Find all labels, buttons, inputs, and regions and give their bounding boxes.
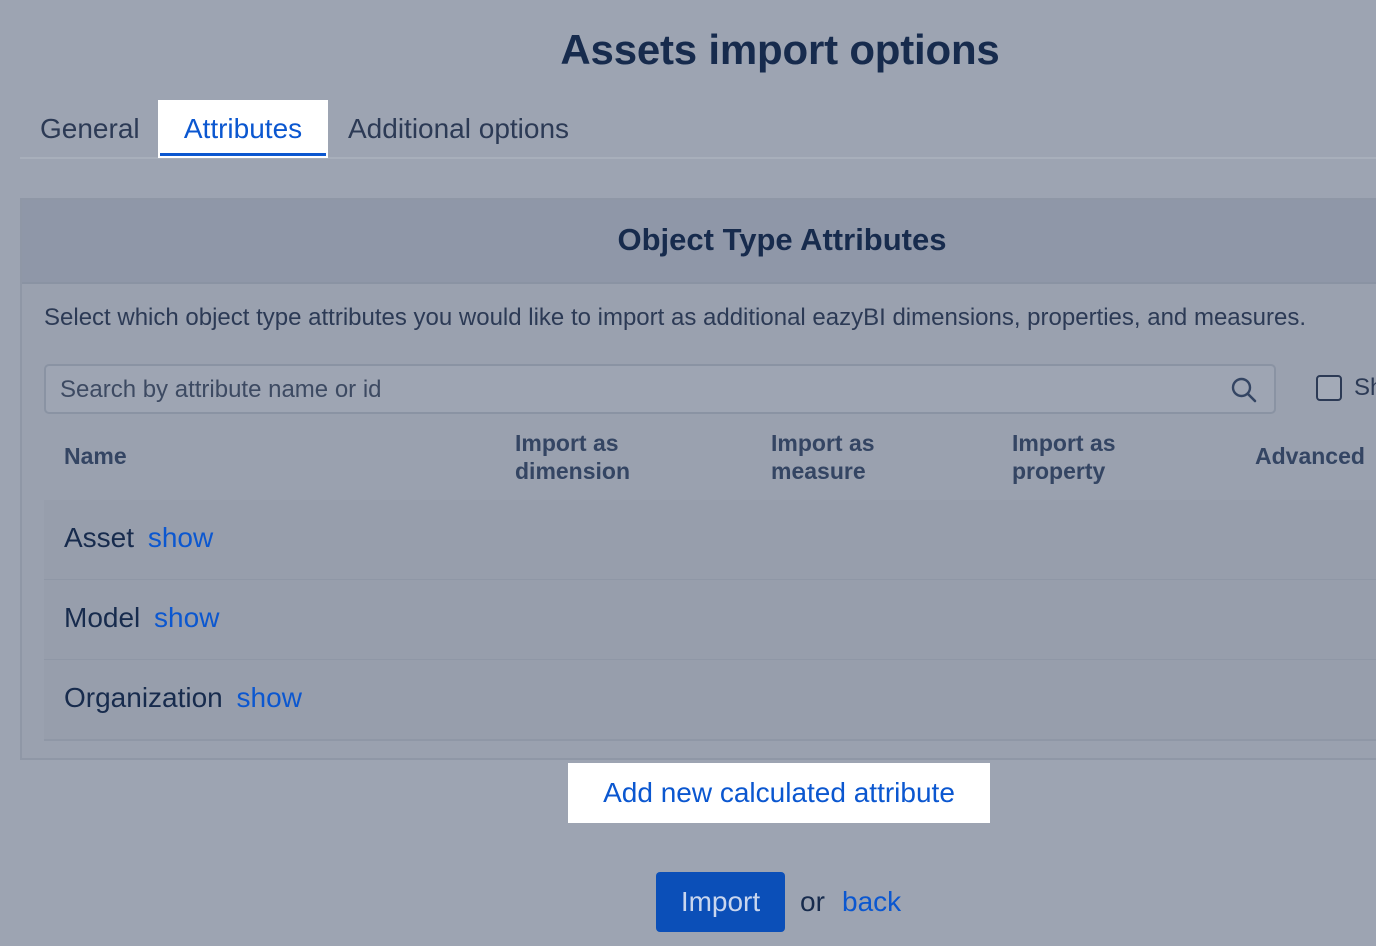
or-text: or (800, 886, 825, 917)
page-title: Assets import options (560, 26, 1000, 73)
column-header-advanced: Advanced (1255, 443, 1365, 469)
table-row: Organization show (44, 660, 1376, 741)
row-name: Asset (64, 522, 135, 553)
column-header-import-as-measure: Import as measure (771, 430, 875, 484)
show-checkbox-label: Sh (1354, 374, 1376, 401)
column-header-import-as-property: Import as property (1012, 430, 1116, 484)
tab-general[interactable]: General (20, 100, 160, 158)
tab-attributes[interactable]: Attributes (158, 100, 328, 158)
column-header-name: Name (64, 443, 127, 469)
tab-bar: General Attributes Additional options (20, 100, 1376, 159)
add-calculated-attribute-button[interactable]: Add new calculated attribute (568, 763, 990, 823)
object-type-attributes-panel: Object Type Attributes Select which obje… (20, 198, 1376, 760)
back-link[interactable]: back (842, 886, 901, 918)
row-name: Organization (64, 682, 223, 713)
table-row: Model show (44, 580, 1376, 661)
table-row: Asset show (44, 500, 1376, 581)
column-header-import-as-dimension: Import as dimension (515, 430, 631, 484)
show-link[interactable]: show (237, 682, 302, 713)
show-link[interactable]: show (154, 602, 219, 633)
attribute-search-input[interactable] (58, 366, 1222, 414)
table-header: Name Import as dimension Import as measu… (44, 420, 1376, 502)
search-icon[interactable] (1230, 376, 1258, 404)
show-checkbox[interactable] (1316, 375, 1342, 401)
row-name: Model (64, 602, 141, 633)
show-link[interactable]: show (148, 522, 213, 553)
import-button[interactable]: Import (656, 872, 785, 932)
panel-description: Select which object type attributes you … (44, 304, 1306, 331)
panel-header: Object Type Attributes (22, 200, 1376, 284)
panel-title: Object Type Attributes (617, 222, 947, 257)
tab-additional-options[interactable]: Additional options (348, 100, 588, 158)
attribute-search-box (44, 364, 1276, 414)
